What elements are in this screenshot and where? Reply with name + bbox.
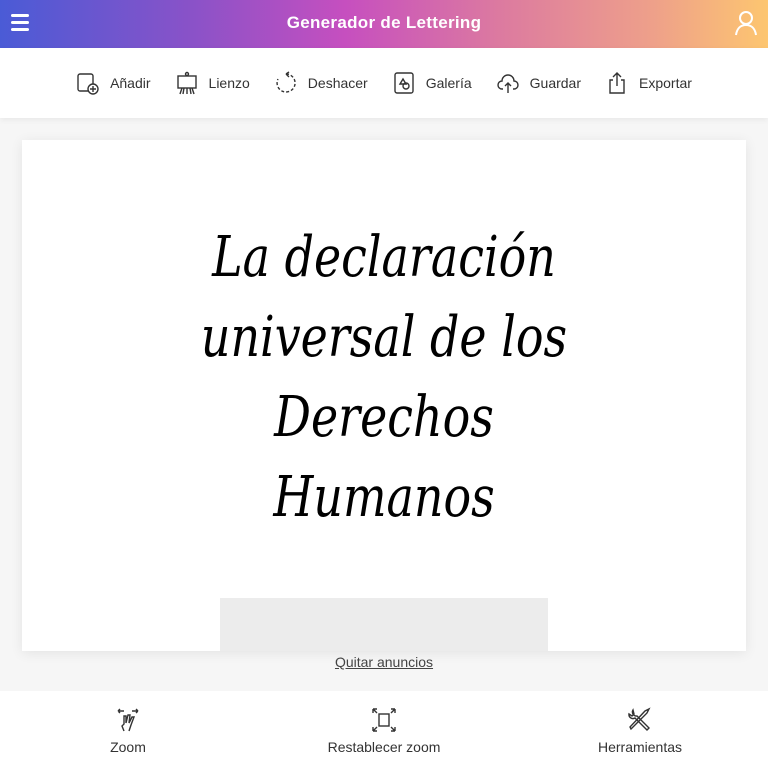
save-button[interactable]: Guardar bbox=[494, 71, 583, 95]
undo-label: Deshacer bbox=[307, 75, 368, 91]
app-title: Generador de Lettering bbox=[286, 13, 482, 32]
lettering-line: Derechos bbox=[274, 385, 494, 450]
undo-icon bbox=[276, 71, 296, 93]
canvas-button[interactable]: Lienzo bbox=[173, 71, 252, 95]
lettering-line: La declaración bbox=[212, 225, 556, 290]
export-button[interactable]: Exportar bbox=[603, 71, 694, 95]
save-label: Guardar bbox=[529, 75, 581, 91]
app-header: Generador de Lettering bbox=[0, 0, 768, 48]
tools-label: Herramientas bbox=[597, 739, 683, 755]
lettering-canvas[interactable]: La declaración universal de los Derechos… bbox=[22, 140, 746, 651]
zoom-button[interactable]: Zoom bbox=[0, 691, 256, 761]
lettering-line: universal de los bbox=[200, 305, 568, 370]
lettering-line: Humanos bbox=[273, 465, 495, 530]
pinch-zoom-icon bbox=[117, 708, 139, 732]
reset-zoom-label: Restablecer zoom bbox=[327, 739, 441, 755]
toolbar: Añadir Lienzo Deshacer Galería Guardar E… bbox=[0, 48, 768, 118]
cloud-upload-icon bbox=[496, 74, 519, 93]
ad-banner[interactable] bbox=[220, 598, 548, 651]
lettering-text[interactable]: La declaración universal de los Derechos… bbox=[87, 218, 681, 538]
remove-ads-link[interactable]: Quitar anuncios bbox=[0, 654, 768, 670]
share-icon bbox=[609, 72, 625, 94]
add-label: Añadir bbox=[110, 75, 151, 91]
easel-icon bbox=[176, 71, 197, 95]
fit-screen-icon bbox=[372, 708, 396, 732]
gallery-icon bbox=[394, 72, 414, 94]
user-icon[interactable] bbox=[735, 10, 757, 36]
add-layer-icon bbox=[77, 73, 99, 95]
bottom-bar: Zoom Restablecer zoom Herramientas bbox=[0, 691, 768, 761]
tools-button[interactable]: Herramientas bbox=[512, 691, 768, 761]
gallery-button[interactable]: Galería bbox=[390, 71, 474, 95]
undo-button[interactable]: Deshacer bbox=[272, 71, 370, 95]
gallery-label: Galería bbox=[425, 75, 472, 91]
tools-icon bbox=[628, 707, 651, 731]
export-label: Exportar bbox=[639, 75, 692, 91]
add-button[interactable]: Añadir bbox=[74, 71, 152, 95]
zoom-label: Zoom bbox=[110, 739, 146, 755]
reset-zoom-button[interactable]: Restablecer zoom bbox=[256, 691, 512, 761]
canvas-label: Lienzo bbox=[208, 75, 250, 91]
